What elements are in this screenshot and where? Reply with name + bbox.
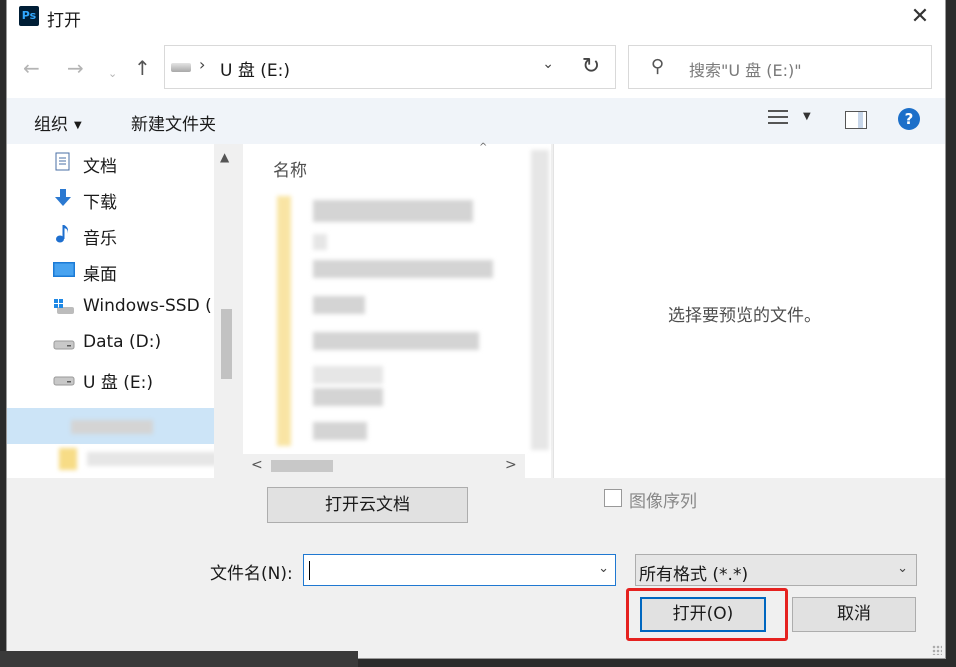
- cancel-button[interactable]: 取消: [792, 597, 916, 632]
- breadcrumb-separator-icon[interactable]: ›: [199, 55, 205, 74]
- refresh-button[interactable]: ↻: [567, 45, 616, 89]
- text-caret: [309, 561, 310, 580]
- sidebar-item-label: 桌面: [83, 265, 117, 285]
- file-type-value: 所有格式 (*.*): [639, 565, 749, 585]
- sidebar-item-label: 文档: [83, 157, 117, 177]
- horizontal-scrollbar[interactable]: < >: [243, 454, 525, 478]
- column-header-name[interactable]: 名称: [273, 156, 307, 181]
- command-toolbar: 组织 ▼ 新建文件夹 ▼ ?: [7, 98, 945, 144]
- address-bar[interactable]: › U 盘 (E:) ⌄: [164, 45, 569, 89]
- sidebar-item-usb-e[interactable]: U 盘 (E:): [53, 364, 223, 394]
- search-input[interactable]: 搜索"U 盘 (E:)": [689, 57, 802, 81]
- resize-grip-icon[interactable]: [932, 645, 942, 655]
- scroll-right-icon[interactable]: >: [505, 457, 517, 473]
- table-row[interactable]: [313, 422, 367, 440]
- table-row[interactable]: [313, 260, 493, 278]
- annotation-highlight-box: [626, 588, 788, 641]
- table-row[interactable]: [313, 388, 383, 406]
- image-sequence-label: 图像序列: [629, 492, 697, 512]
- organize-menu[interactable]: 组织 ▼: [34, 110, 82, 135]
- table-row[interactable]: [313, 200, 473, 222]
- file-type-select[interactable]: 所有格式 (*.*) ⌄: [635, 554, 917, 586]
- table-row[interactable]: [313, 366, 383, 384]
- drive-icon: [171, 63, 191, 72]
- windows-drive-icon: [53, 296, 74, 316]
- sidebar-item-documents[interactable]: 文档: [53, 148, 223, 178]
- sort-ascending-icon: ^: [479, 142, 488, 153]
- blurred-folder-icons: [277, 196, 291, 446]
- chevron-down-icon[interactable]: ⌄: [542, 56, 554, 72]
- sidebar-item-label: 音乐: [83, 229, 117, 249]
- sidebar-item-label: U 盘 (E:): [83, 373, 153, 393]
- preview-pane-icon[interactable]: [845, 111, 867, 129]
- file-list: ^ 名称 < >: [243, 142, 551, 478]
- sidebar-item-label: Data (D:): [83, 332, 162, 352]
- chevron-down-icon[interactable]: ⌄: [897, 561, 908, 576]
- drive-icon: [53, 332, 75, 352]
- document-icon: [53, 152, 73, 172]
- organize-label: 组织: [34, 115, 68, 135]
- scrollbar-thumb[interactable]: [221, 309, 232, 379]
- scroll-left-icon[interactable]: <: [251, 457, 263, 473]
- scrollbar-thumb[interactable]: [271, 460, 333, 472]
- desktop-icon: [53, 260, 75, 280]
- open-cloud-document-button[interactable]: 打开云文档: [267, 487, 468, 523]
- sidebar-item-windows-ssd[interactable]: Windows-SSD (: [53, 292, 223, 322]
- new-folder-button[interactable]: 新建文件夹: [131, 110, 216, 135]
- image-sequence-checkbox[interactable]: [604, 489, 622, 507]
- help-icon[interactable]: ?: [898, 108, 920, 130]
- sidebar-item-data-d[interactable]: Data (D:): [53, 328, 223, 358]
- up-icon[interactable]: ↑: [134, 56, 151, 80]
- filename-label: 文件名(N):: [210, 564, 293, 584]
- photoshop-icon: Ps: [19, 6, 39, 26]
- filename-input[interactable]: ⌄: [303, 554, 616, 586]
- search-box[interactable]: ⚲ 搜索"U 盘 (E:)": [628, 45, 932, 89]
- preview-pane: 选择要预览的文件。: [553, 144, 945, 478]
- blurred-label: [87, 452, 217, 466]
- caret-down-icon: ▼: [74, 120, 82, 131]
- preview-message: 选择要预览的文件。: [668, 306, 821, 326]
- recent-locations-chevron-icon[interactable]: ⌄: [108, 62, 117, 86]
- title-bar: Ps 打开 ✕: [7, 0, 945, 36]
- scroll-up-icon[interactable]: ▲: [220, 150, 229, 164]
- navigation-pane: 文档 下载 音乐 桌面 Windows-SSD (Data (D:) U 盘 …: [7, 144, 239, 478]
- sidebar-item-desktop[interactable]: 桌面: [53, 256, 223, 286]
- sidebar-scrollbar[interactable]: ▲: [214, 144, 239, 478]
- drive-icon: [53, 368, 75, 388]
- dialog-title: 打开: [47, 11, 81, 31]
- sidebar-item-label: 下载: [83, 193, 117, 213]
- address-path[interactable]: U 盘 (E:): [220, 56, 290, 81]
- back-icon[interactable]: ←: [23, 56, 40, 80]
- sidebar-item-downloads[interactable]: 下载: [53, 184, 223, 214]
- table-row[interactable]: [313, 234, 327, 250]
- view-options-icon[interactable]: [768, 110, 788, 130]
- file-list-scrollbar[interactable]: [531, 150, 549, 450]
- download-icon: [53, 188, 73, 208]
- sidebar-selected-item[interactable]: [7, 408, 214, 444]
- background-app-strip: [0, 651, 358, 667]
- chevron-down-icon[interactable]: ⌄: [598, 561, 609, 576]
- close-icon[interactable]: ✕: [903, 2, 937, 32]
- open-file-dialog: Ps 打开 ✕ ← → ⌄ ↑ › U 盘 (E:) ⌄ ↻ ⚲ 搜索"U 盘 …: [7, 0, 945, 658]
- caret-down-icon[interactable]: ▼: [803, 111, 811, 122]
- blurred-label: [71, 420, 153, 434]
- table-row[interactable]: [313, 296, 365, 314]
- music-icon: [53, 224, 73, 244]
- navigation-bar: ← → ⌄ ↑ › U 盘 (E:) ⌄ ↻ ⚲ 搜索"U 盘 (E:)": [7, 36, 945, 98]
- sidebar-item-music[interactable]: 音乐: [53, 220, 223, 250]
- table-row[interactable]: [313, 332, 479, 350]
- search-icon: ⚲: [651, 56, 665, 77]
- forward-icon[interactable]: →: [67, 56, 84, 80]
- sidebar-item-label: Windows-SSD (: [83, 296, 212, 316]
- blurred-folder-icon: [59, 448, 77, 470]
